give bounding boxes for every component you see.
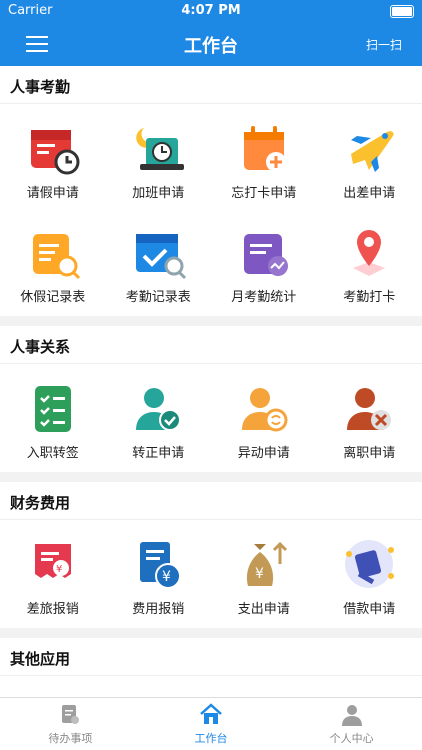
- tab-user[interactable]: 个人中心: [281, 698, 422, 750]
- app-label: 忘打卡申请: [231, 185, 297, 201]
- app-tile[interactable]: 加班申请: [106, 108, 212, 212]
- app-label: 借款申请: [343, 601, 396, 617]
- app-tile[interactable]: 借款申请: [317, 524, 422, 628]
- vacation-record-icon: [32, 233, 80, 279]
- app-grid: 请假申请 加班申请 忘打卡申请 出差申请休假记录表 考勤记录表 月考勤统计 考勤打卡: [0, 104, 422, 316]
- app-tile[interactable]: 请假申请: [0, 108, 106, 212]
- app-grid: [0, 676, 422, 698]
- app-tile[interactable]: ¥ 支出申请: [211, 524, 317, 628]
- app-label: 加班申请: [132, 185, 185, 201]
- app-grid: ¥ 差旅报销 ¥ 费用报销 ¥ 支出申请 借款申请: [0, 520, 422, 628]
- page-title: 工作台: [184, 36, 238, 57]
- tab-todo[interactable]: 待办事项: [0, 698, 141, 750]
- section-3: 其他应用: [0, 638, 422, 698]
- section-1: 人事关系入职转签 转正申请 异动申请 离职申请: [0, 326, 422, 472]
- app-label: 异动申请: [237, 445, 290, 461]
- app-label: 出差申请: [343, 185, 396, 201]
- tab-bar: 待办事项 工作台 个人中心: [0, 697, 422, 750]
- user-icon: [341, 705, 362, 726]
- app-label: 费用报销: [132, 601, 185, 617]
- app-tile[interactable]: 异动申请: [211, 368, 317, 472]
- app-tile[interactable]: 离职申请: [317, 368, 422, 472]
- expense-receipt-icon: ¥: [140, 541, 182, 589]
- nav-bar: 工作台 扫一扫: [0, 22, 422, 66]
- user-transfer-icon: [241, 387, 288, 431]
- time-label: 4:07 PM: [181, 3, 241, 18]
- leave-calendar-icon: [30, 129, 80, 174]
- app-grid: 入职转签 转正申请 异动申请 离职申请: [0, 364, 422, 472]
- svg-text:¥: ¥: [56, 564, 62, 575]
- app-tile[interactable]: 考勤记录表: [106, 212, 212, 316]
- app-label: 休假记录表: [20, 289, 86, 305]
- app-label: 入职转签: [26, 445, 79, 461]
- home-icon: [200, 703, 222, 724]
- app-tile[interactable]: [0, 680, 106, 698]
- svg-text:¥: ¥: [255, 566, 264, 582]
- loan-card-icon: [345, 539, 395, 588]
- todo-icon: [62, 705, 80, 724]
- tab-home[interactable]: 工作台: [141, 698, 282, 750]
- svg-text:¥: ¥: [162, 569, 171, 585]
- app-label: 请假申请: [26, 185, 79, 201]
- app-tile[interactable]: 忘打卡申请: [211, 108, 317, 212]
- scan-button[interactable]: 扫一扫: [366, 36, 402, 53]
- app-tile[interactable]: ¥ 差旅报销: [0, 524, 106, 628]
- status-bar: Carrier 4:07 PM: [0, 0, 422, 22]
- section-0: 人事考勤请假申请 加班申请 忘打卡申请 出差申请休假记录表 考勤记录表 月考勤统计 考勤打卡: [0, 66, 422, 316]
- app-label: 考勤打卡: [343, 289, 396, 305]
- section-2: 财务费用 ¥ 差旅报销 ¥ 费用报销 ¥ 支出申请 借款申请: [0, 482, 422, 628]
- app-label: 考勤记录表: [125, 289, 191, 305]
- battery-icon: [390, 5, 414, 18]
- tab-label: 待办事项: [48, 732, 93, 745]
- app-tile[interactable]: 月考勤统计: [211, 212, 317, 316]
- app-label: 转正申请: [132, 445, 185, 461]
- app-tile[interactable]: 出差申请: [317, 108, 422, 212]
- app-tile[interactable]: 入职转签: [0, 368, 106, 472]
- overtime-clock-icon: [136, 127, 185, 170]
- user-check-icon: [136, 387, 182, 431]
- tab-label: 工作台: [194, 732, 228, 745]
- tab-label: 个人中心: [329, 732, 374, 745]
- money-bag-icon: ¥: [246, 541, 287, 586]
- workbench-content: 人事考勤请假申请 加班申请 忘打卡申请 出差申请休假记录表 考勤记录表 月考勤统计 考勤打卡…: [0, 66, 422, 698]
- forgot-punch-calendar-icon: [243, 125, 286, 172]
- section-title: 人事关系: [0, 326, 422, 364]
- app-tile[interactable]: 考勤打卡: [317, 212, 422, 316]
- monthly-stats-icon: [243, 233, 288, 276]
- section-title: 其他应用: [0, 638, 422, 676]
- app-tile[interactable]: 转正申请: [106, 368, 212, 472]
- app-label: 支出申请: [237, 601, 290, 617]
- user-remove-icon: [347, 387, 392, 430]
- attendance-record-icon: [136, 233, 187, 279]
- app-tile[interactable]: ¥ 费用报销: [106, 524, 212, 628]
- app-label: 月考勤统计: [231, 289, 297, 305]
- location-pin-icon: [353, 229, 386, 276]
- app-label: 离职申请: [343, 445, 396, 461]
- section-title: 财务费用: [0, 482, 422, 520]
- section-title: 人事考勤: [0, 66, 422, 104]
- checklist-icon: [34, 385, 71, 432]
- app-tile[interactable]: [106, 680, 212, 698]
- travel-receipt-icon: ¥: [34, 543, 71, 578]
- airplane-icon: [351, 130, 394, 172]
- app-label: 差旅报销: [26, 601, 79, 617]
- app-tile[interactable]: [211, 680, 317, 698]
- app-tile[interactable]: 休假记录表: [0, 212, 106, 316]
